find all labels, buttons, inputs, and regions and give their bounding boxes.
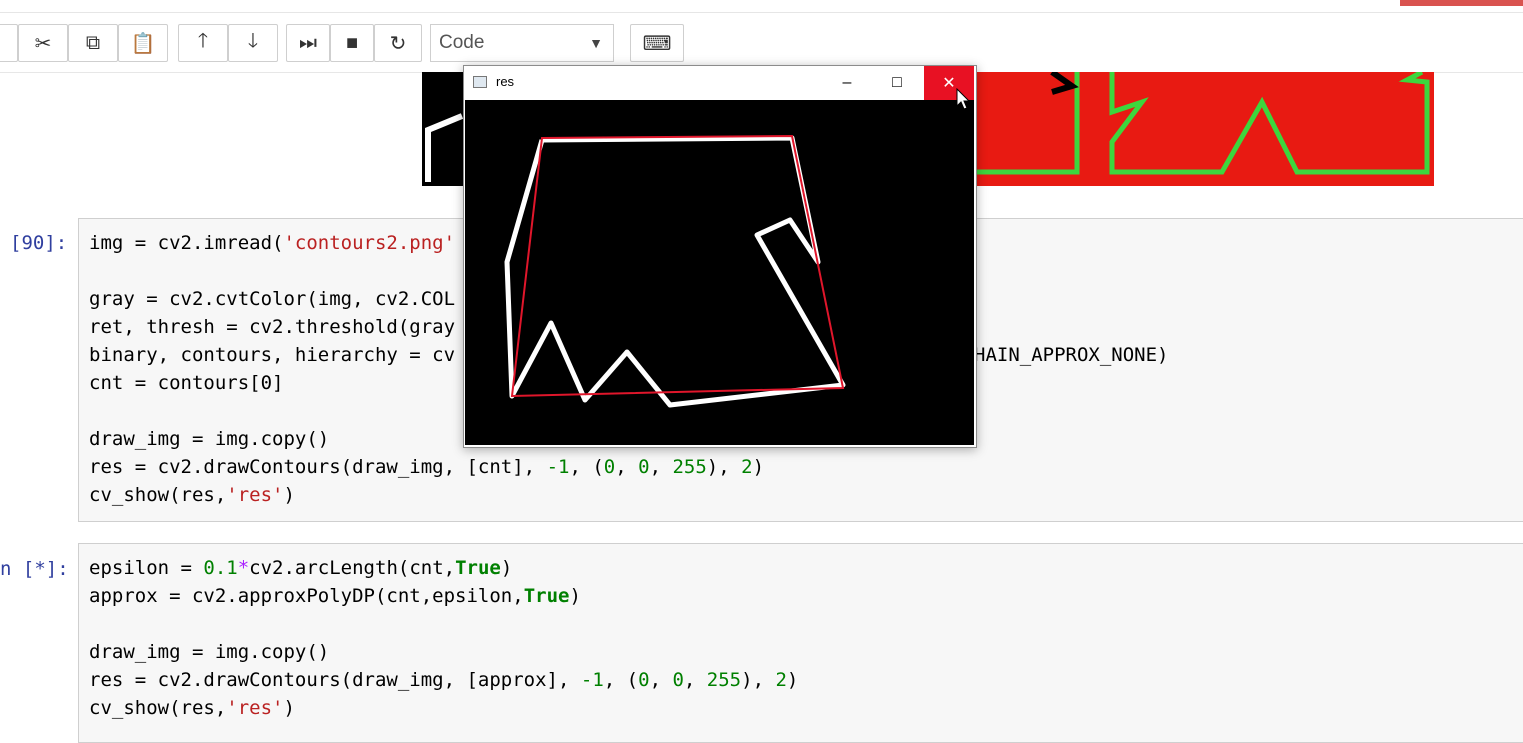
code-line: draw_img = img.copy() bbox=[89, 641, 330, 663]
code-token: HAIN_APPROX_NONE) bbox=[974, 344, 1169, 366]
code-token: ) bbox=[569, 585, 581, 607]
paste-button[interactable]: 📋 bbox=[118, 24, 168, 62]
code-token: img = cv2.imread( bbox=[89, 232, 284, 254]
command-palette-button[interactable]: ⌨ bbox=[630, 24, 684, 62]
mouse-cursor-icon bbox=[956, 88, 971, 110]
chevron-down-icon: ▼ bbox=[589, 35, 603, 51]
code-number: -1 bbox=[546, 456, 570, 478]
code-number: 0 bbox=[672, 669, 684, 691]
result-image-svg bbox=[504, 134, 846, 408]
cell-type-value: Code bbox=[439, 32, 485, 53]
code-token: , ( bbox=[569, 456, 604, 478]
window-title: res bbox=[496, 74, 515, 89]
code-token: cv_show(res, bbox=[89, 697, 227, 719]
cell-prompt: [90]: bbox=[10, 232, 68, 254]
window-titlebar[interactable]: res – □ ✕ bbox=[464, 66, 976, 100]
code-token: ) bbox=[283, 697, 295, 719]
code-number: 2 bbox=[741, 456, 753, 478]
code-token: res = cv2.drawContours(draw_img, [approx… bbox=[89, 669, 581, 691]
code-number: 0 bbox=[603, 456, 616, 478]
restart-icon: ↻ bbox=[389, 32, 407, 55]
copy-button[interactable]: ⧉ bbox=[68, 24, 118, 62]
code-number: 0 bbox=[638, 456, 650, 478]
close-icon: ✕ bbox=[942, 75, 956, 92]
original-contour bbox=[504, 135, 846, 408]
opencv-window[interactable]: res – □ ✕ bbox=[463, 65, 977, 448]
code-token: , bbox=[649, 456, 673, 478]
stop-icon: ■ bbox=[345, 31, 359, 54]
cut-button[interactable]: ✂ bbox=[18, 24, 68, 62]
move-down-icon: 🡓 bbox=[247, 30, 259, 52]
move-down-button[interactable]: 🡓 bbox=[228, 24, 278, 62]
code-token: , bbox=[649, 669, 673, 691]
code-token: approx = cv2.approxPolyDP(cnt,epsilon, bbox=[89, 585, 524, 607]
result-image bbox=[465, 100, 974, 445]
kernel-status-tab[interactable] bbox=[1400, 0, 1523, 6]
cut-icon: ✂ bbox=[34, 32, 52, 55]
code-number: 2 bbox=[775, 669, 787, 691]
code-token: ) bbox=[752, 456, 765, 478]
code-token: res = cv2.drawContours(draw_img, [cnt], bbox=[89, 456, 547, 478]
keyboard-icon: ⌨ bbox=[642, 32, 672, 55]
code-token: epsilon = bbox=[89, 557, 204, 579]
maximize-button[interactable]: □ bbox=[872, 66, 922, 100]
code-token: cv_show(res, bbox=[89, 484, 227, 506]
code-keyword: True bbox=[455, 557, 501, 579]
copy-icon: ⧉ bbox=[85, 31, 101, 54]
approx-contour bbox=[510, 134, 845, 398]
minimize-button[interactable]: – bbox=[822, 66, 872, 100]
code-token: binary, contours, hierarchy = cv bbox=[89, 344, 456, 366]
code-string: 'contours2.png' bbox=[283, 232, 456, 254]
paste-icon: 📋 bbox=[130, 32, 156, 55]
hidden-toolbar-button[interactable] bbox=[0, 24, 18, 62]
code-number: 0 bbox=[638, 669, 650, 691]
code-token: ) bbox=[283, 484, 295, 506]
code-number: 0.1 bbox=[203, 557, 238, 579]
code-token: cv2.arcLength(cnt, bbox=[249, 557, 456, 579]
run-button[interactable]: ⏭ bbox=[286, 24, 330, 62]
cell-type-select[interactable]: Code ▼ bbox=[430, 24, 614, 62]
code-token: ) bbox=[786, 669, 799, 691]
code-token: ), bbox=[706, 456, 742, 478]
code-number: 255 bbox=[706, 669, 742, 691]
code-token: , bbox=[683, 669, 707, 691]
window-app-icon bbox=[473, 76, 487, 88]
code-number: 255 bbox=[672, 456, 707, 478]
code-token: ), bbox=[741, 669, 776, 691]
code-keyword: True bbox=[523, 585, 570, 607]
move-up-icon: 🡑 bbox=[197, 30, 209, 52]
stop-button[interactable]: ■ bbox=[330, 24, 374, 62]
minimize-icon: – bbox=[842, 74, 852, 91]
notebook-header-strip bbox=[0, 0, 1523, 13]
code-token: ) bbox=[500, 557, 513, 579]
move-up-button[interactable]: 🡑 bbox=[178, 24, 228, 62]
code-string: 'res' bbox=[226, 484, 284, 506]
run-icon: ⏭ bbox=[299, 31, 317, 54]
code-cell-2[interactable]: epsilon = 0.1*cv2.arcLength(cnt,True) ap… bbox=[78, 543, 1523, 743]
code-number: -1 bbox=[580, 669, 604, 691]
code-token: , ( bbox=[603, 669, 639, 691]
code-string: 'res' bbox=[226, 697, 284, 719]
cell-prompt: n [*]: bbox=[0, 558, 69, 580]
restart-button[interactable]: ↻ bbox=[374, 24, 422, 62]
maximize-icon: □ bbox=[892, 74, 902, 91]
code-token: , bbox=[615, 456, 639, 478]
code-operator: * bbox=[237, 557, 250, 579]
